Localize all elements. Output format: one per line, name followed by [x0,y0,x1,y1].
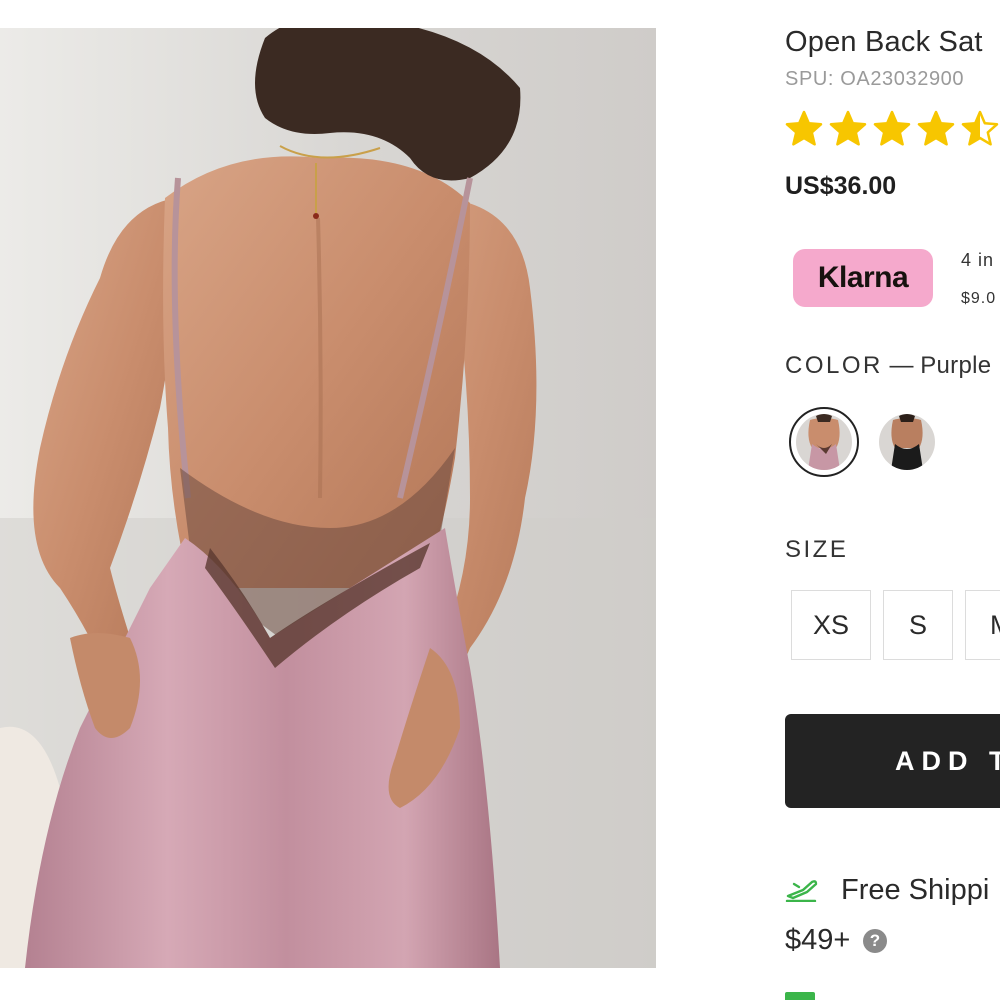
free-shipping-text: Free Shippi [841,874,990,906]
rating-stars[interactable] [785,110,1000,154]
star-full-icon [917,110,955,150]
product-title: Open Back Sat [785,26,983,58]
product-image[interactable] [0,28,656,968]
klarna-logo[interactable]: Klarna [793,249,933,307]
free-shipping-minimum: $49+ [785,924,851,956]
color-separator: — [889,352,914,379]
add-to-cart-button[interactable]: ADD T [785,714,1000,808]
returns-icon [785,992,815,1000]
color-swatch-purple[interactable] [789,407,859,477]
product-spu: SPU: OA23032900 [785,68,965,90]
color-label: COLOR — Purple [785,352,991,380]
star-half-icon [961,110,999,150]
size-heading: SIZE [785,536,849,563]
help-icon[interactable]: ? [863,929,887,953]
size-option-m[interactable]: M [965,590,1000,660]
klarna-installment-amount: $9.0 [961,290,997,307]
color-selected-value: Purple [920,352,992,379]
size-option-xs[interactable]: XS [791,590,871,660]
product-price: US$36.00 [785,172,897,200]
product-info-panel: Open Back Sat SPU: OA23032900 US$36.00 K… [785,0,1000,1000]
star-full-icon [873,110,911,150]
free-shipping-icon [785,880,818,902]
star-full-icon [829,110,867,150]
color-swatch-black[interactable] [879,414,935,470]
size-option-s[interactable]: S [883,590,953,660]
klarna-installments-text: 4 in [961,250,995,270]
color-heading: COLOR [785,352,883,379]
star-full-icon [785,110,823,150]
